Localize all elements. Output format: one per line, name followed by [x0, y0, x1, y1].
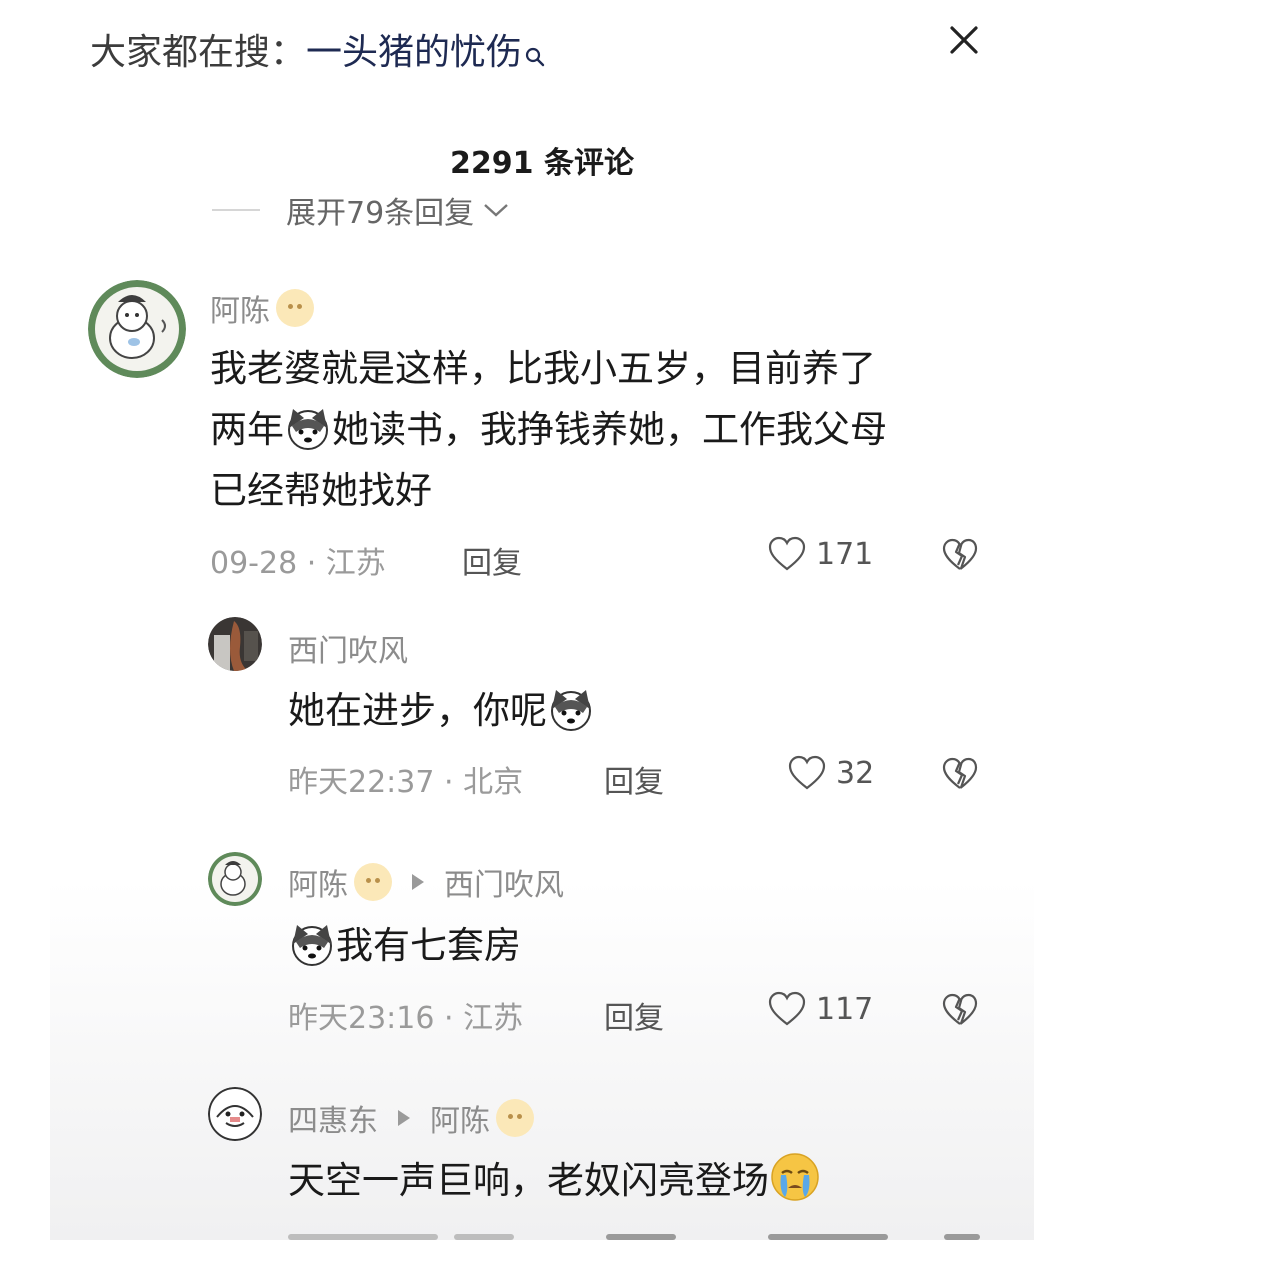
comment-author-row: 四惠东 阿陈 — [288, 1096, 534, 1140]
reply-button[interactable]: 回复 — [462, 538, 522, 582]
broken-heart-icon[interactable] — [942, 757, 978, 795]
reply-button[interactable]: 回复 — [604, 757, 664, 801]
comment-text-line: 我老婆就是这样，比我小五岁，目前养了 — [210, 347, 876, 390]
like-count: 117 — [816, 991, 874, 1027]
reply-button[interactable]: 回复 — [604, 993, 664, 1037]
heart-icon — [788, 755, 826, 790]
trending-search-prefix: 大家都在搜： — [90, 32, 307, 73]
avatar[interactable] — [208, 617, 262, 671]
reply-to-name[interactable]: 西门吹风 — [444, 860, 564, 904]
like-count: 32 — [836, 755, 875, 791]
comment-text: 我老婆就是这样，比我小五岁，目前养了 两年 她读书，我挣钱养她，工作我父母 已经帮… — [210, 338, 990, 521]
heart-icon — [768, 536, 806, 571]
reply-to-name[interactable]: 阿陈 — [430, 1096, 490, 1140]
husky-emoji-icon — [284, 404, 332, 452]
broken-heart-icon[interactable] — [942, 538, 978, 576]
trending-search-term[interactable]: 一头猪的忧伤 — [306, 32, 522, 73]
husky-emoji-icon — [288, 920, 336, 968]
expand-replies-label: 展开79条回复 — [286, 196, 475, 231]
comment-text: 我有七套房 — [288, 915, 988, 976]
avatar[interactable] — [208, 1087, 262, 1141]
avatar[interactable] — [208, 852, 262, 906]
comment-text-line: 两年 她读书，我挣钱养她，工作我父母 — [210, 399, 990, 460]
expand-replies-button[interactable]: 展开79条回复 — [212, 188, 510, 232]
reply-arrow-icon — [398, 1110, 410, 1126]
comment-author-row: 阿陈 西门吹风 — [288, 860, 564, 904]
comment-meta: 09-28 · 江苏 — [210, 546, 386, 581]
smile-badge-icon — [496, 1099, 534, 1137]
comment-author-name[interactable]: 阿陈 — [288, 860, 348, 904]
comment-author-name[interactable]: 西门吹风 — [288, 626, 408, 670]
avatar[interactable] — [88, 280, 186, 378]
heart-icon — [768, 991, 806, 1026]
comments-panel: 大家都在搜：一头猪的忧伤 2291 条评论 展开79条回复 阿陈 我老婆就是这样… — [50, 0, 1034, 1240]
smile-badge-icon — [354, 863, 392, 901]
reply-arrow-icon — [412, 874, 424, 890]
trending-search[interactable]: 大家都在搜：一头猪的忧伤 — [90, 28, 546, 82]
divider-line — [212, 209, 260, 211]
like-count: 171 — [816, 536, 874, 572]
comment-author-name[interactable]: 阿陈 — [210, 286, 270, 330]
comment-text: 她在进步，你呢 — [288, 680, 988, 741]
husky-emoji-icon — [547, 685, 595, 733]
broken-heart-icon[interactable] — [942, 993, 978, 1031]
comment-meta: 昨天22:37 · 北京 — [288, 765, 524, 800]
close-icon[interactable] — [946, 22, 982, 58]
comment-author-row: 西门吹风 — [288, 626, 408, 670]
comment-author-name[interactable]: 四惠东 — [288, 1096, 378, 1140]
search-icon[interactable] — [524, 32, 546, 82]
comment-text-line: 已经帮她找好 — [210, 469, 432, 512]
comment-count: 2291 条评论 — [450, 146, 634, 181]
crying-emoji-icon — [769, 1151, 821, 1203]
next-meta-row-cutoff — [288, 1232, 988, 1240]
like-button[interactable]: 32 — [788, 755, 874, 791]
comment-author-row: 阿陈 — [210, 286, 314, 330]
like-button[interactable]: 171 — [768, 536, 873, 572]
comment-meta: 昨天23:16 · 江苏 — [288, 1001, 524, 1036]
comment-text: 天空一声巨响，老奴闪亮登场 — [288, 1150, 1008, 1211]
chevron-down-icon — [482, 193, 510, 228]
like-button[interactable]: 117 — [768, 991, 873, 1027]
smile-badge-icon — [276, 289, 314, 327]
